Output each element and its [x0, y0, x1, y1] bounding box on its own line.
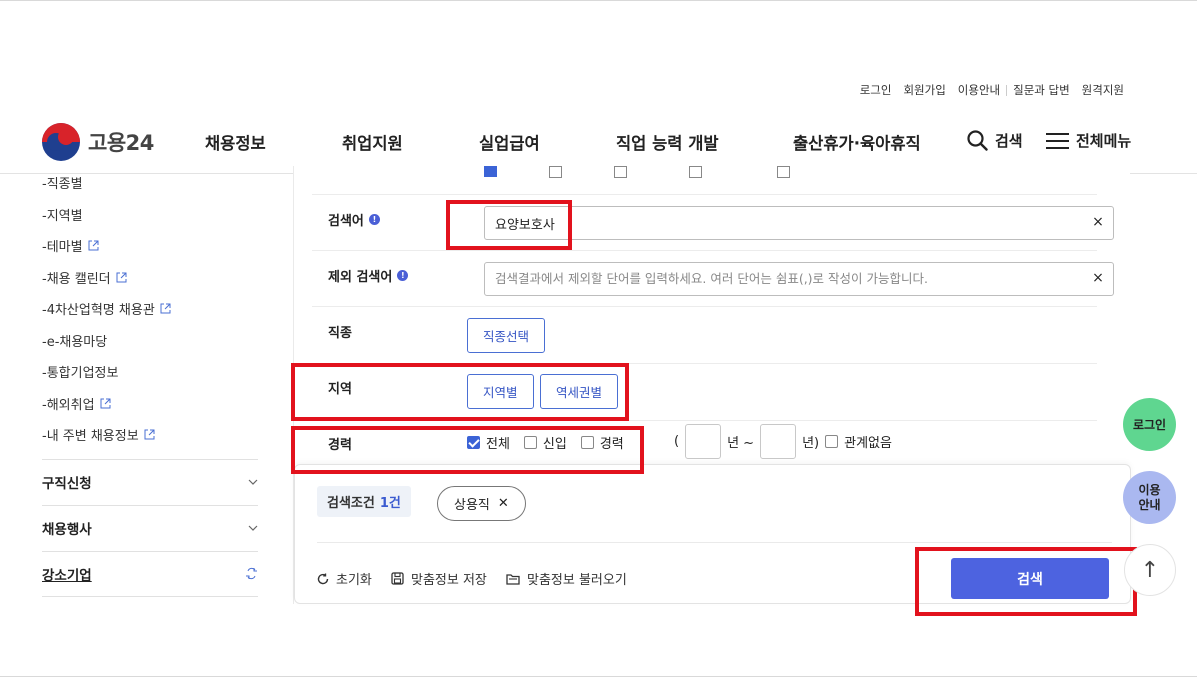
conditions-label: 검색조건 1건: [317, 486, 411, 517]
chip-remove-icon[interactable]: ✕: [498, 496, 509, 511]
left-sidebar: -직종별 -지역별 -테마별 -채용 캘린더 -4차산업혁명 채용관 -e-채용…: [42, 174, 258, 597]
checkbox-unchecked: [523, 436, 537, 449]
save-custom-button[interactable]: 맞춤정보 저장: [391, 569, 487, 588]
region-label: 지역: [328, 382, 352, 397]
clear-exclude-icon[interactable]: ×: [1091, 271, 1105, 285]
career-year-to-input[interactable]: [760, 424, 797, 459]
clear-keyword-icon[interactable]: ×: [1091, 215, 1105, 229]
career-years: ( 년 ~ 년) 관계없음: [674, 424, 906, 459]
checkbox-unchecked: [580, 436, 594, 449]
chevron-down-icon: [248, 479, 258, 485]
search-submit-button[interactable]: 검색: [951, 558, 1109, 599]
career-all-checkbox[interactable]: 전체: [467, 433, 510, 452]
sidebar-item-region[interactable]: -지역별: [42, 199, 258, 231]
career-irrelevant-checkbox[interactable]: 관계없음: [825, 432, 892, 451]
nav-job-info[interactable]: 채용정보: [205, 130, 342, 154]
folder-icon: [506, 573, 520, 585]
info-icon[interactable]: !: [397, 270, 409, 281]
header-allmenu-label: 전체메뉴: [1076, 132, 1132, 150]
keyword-label: 검색어!: [328, 210, 380, 229]
sidebar-item-nearby[interactable]: -내 주변 채용정보: [42, 419, 258, 451]
career-year-from-input[interactable]: [685, 424, 722, 459]
utility-signup-link[interactable]: 회원가입: [897, 82, 951, 98]
utility-qna-link[interactable]: 질문과 답변: [1007, 82, 1076, 98]
sidebar-item-theme[interactable]: -테마별: [42, 230, 258, 262]
checkbox-partial[interactable]: [549, 166, 562, 178]
checkbox-partial[interactable]: [689, 166, 702, 178]
condition-chip[interactable]: 상용직 ✕: [437, 486, 526, 521]
refresh-icon: [317, 573, 329, 584]
job-type-row: 직종 직종선택: [312, 307, 1097, 364]
partial-row: [312, 166, 1097, 195]
keyword-input[interactable]: [485, 207, 1075, 239]
external-link-icon: [100, 398, 111, 409]
info-icon[interactable]: !: [368, 214, 380, 225]
career-new-checkbox[interactable]: 신입: [523, 433, 567, 452]
region-by-station-button[interactable]: 역세권별: [540, 374, 619, 409]
sidebar-group-job-application[interactable]: 구직신청: [42, 458, 258, 505]
career-options: 전체 신입 경력: [467, 433, 638, 452]
search-icon: [967, 130, 988, 151]
utility-guide-link[interactable]: 이용안내: [952, 82, 1006, 98]
main-nav: 채용정보 취업지원 실업급여 직업 능력 개발 출산휴가·육아휴직: [205, 130, 921, 154]
logo-text: 고용24: [88, 131, 154, 155]
career-exp-checkbox[interactable]: 경력: [580, 433, 624, 452]
exclude-label: 제외 검색어!: [328, 266, 409, 285]
partial-checkbox-row: [484, 166, 790, 178]
keyword-input-box: ×: [484, 206, 1114, 240]
utility-bar: 로그인 회원가입 이용안내 질문과 답변 원격지원: [854, 82, 1130, 98]
save-icon: [391, 572, 404, 585]
arrow-up-icon: ↑: [1140, 557, 1160, 583]
exclude-row: 제외 검색어! ×: [312, 251, 1114, 307]
header-allmenu-button[interactable]: 전체메뉴: [1046, 130, 1131, 151]
checkbox-partial[interactable]: [777, 166, 790, 178]
scroll-top-button[interactable]: ↑: [1124, 544, 1176, 596]
conditions-count: 1건: [379, 496, 401, 511]
external-link-icon: [246, 567, 257, 580]
exclude-input-box: ×: [484, 262, 1114, 296]
keyword-row: 검색어! ×: [312, 195, 1114, 251]
reset-button[interactable]: 초기화: [317, 569, 372, 588]
load-custom-button[interactable]: 맞춤정보 불러오기: [506, 569, 627, 588]
checkbox-partial[interactable]: [484, 166, 497, 177]
job-select-button[interactable]: 직종선택: [467, 318, 546, 353]
sidebar-item-overseas[interactable]: -해외취업: [42, 388, 258, 420]
site-logo[interactable]: 고용24: [42, 123, 154, 161]
sidebar-sub-list: -직종별 -지역별 -테마별 -채용 캘린더 -4차산업혁명 채용관 -e-채용…: [42, 167, 258, 451]
region-by-area-button[interactable]: 지역별: [467, 374, 534, 409]
sidebar-item-e-recruit[interactable]: -e-채용마당: [42, 325, 258, 357]
external-link-icon: [116, 272, 127, 283]
external-link-icon: [144, 429, 155, 440]
nav-parental-leave[interactable]: 출산휴가·육아휴직: [793, 130, 921, 154]
taegeuk-logo-icon: [42, 123, 80, 161]
header-search-button[interactable]: 검색: [967, 130, 1023, 151]
hamburger-icon: [1046, 132, 1069, 149]
nav-job-skill-dev[interactable]: 직업 능력 개발: [616, 130, 793, 154]
sidebar-group-strong-company[interactable]: 강소기업: [42, 550, 258, 597]
sidebar-item-job-type[interactable]: -직종별: [42, 167, 258, 199]
region-row: 지역 지역별 역세권별: [312, 364, 1097, 421]
utility-remote-link[interactable]: 원격지원: [1076, 82, 1130, 98]
nav-employment-support[interactable]: 취업지원: [342, 130, 479, 154]
conditions-divider: [317, 542, 1112, 543]
sidebar-group-recruit-event[interactable]: 채용행사: [42, 504, 258, 551]
header-search-label: 검색: [995, 132, 1023, 150]
sidebar-item-calendar[interactable]: -채용 캘린더: [42, 262, 258, 294]
chevron-down-icon: [248, 525, 258, 531]
search-panel: 검색어! × 제외 검색어! × 직종 직종선택 지역 지역별 역세권별 경력 …: [293, 166, 1131, 604]
floating-guide-button[interactable]: 이용 안내: [1123, 471, 1176, 524]
job-type-label: 직종: [328, 326, 352, 341]
sidebar-item-company-info[interactable]: -통합기업정보: [42, 356, 258, 388]
external-link-icon: [160, 303, 171, 314]
floating-login-button[interactable]: 로그인: [1123, 398, 1176, 451]
utility-login-link[interactable]: 로그인: [854, 82, 898, 98]
career-label: 경력: [328, 438, 352, 453]
nav-unemployment-benefit[interactable]: 실업급여: [479, 130, 616, 154]
checkbox-unchecked: [825, 435, 839, 448]
exclude-input[interactable]: [485, 263, 1075, 295]
checkbox-checked: [467, 436, 480, 449]
sidebar-item-4th-industry[interactable]: -4차산업혁명 채용관: [42, 293, 258, 325]
checkbox-partial[interactable]: [614, 166, 627, 178]
external-link-icon: [88, 240, 99, 251]
